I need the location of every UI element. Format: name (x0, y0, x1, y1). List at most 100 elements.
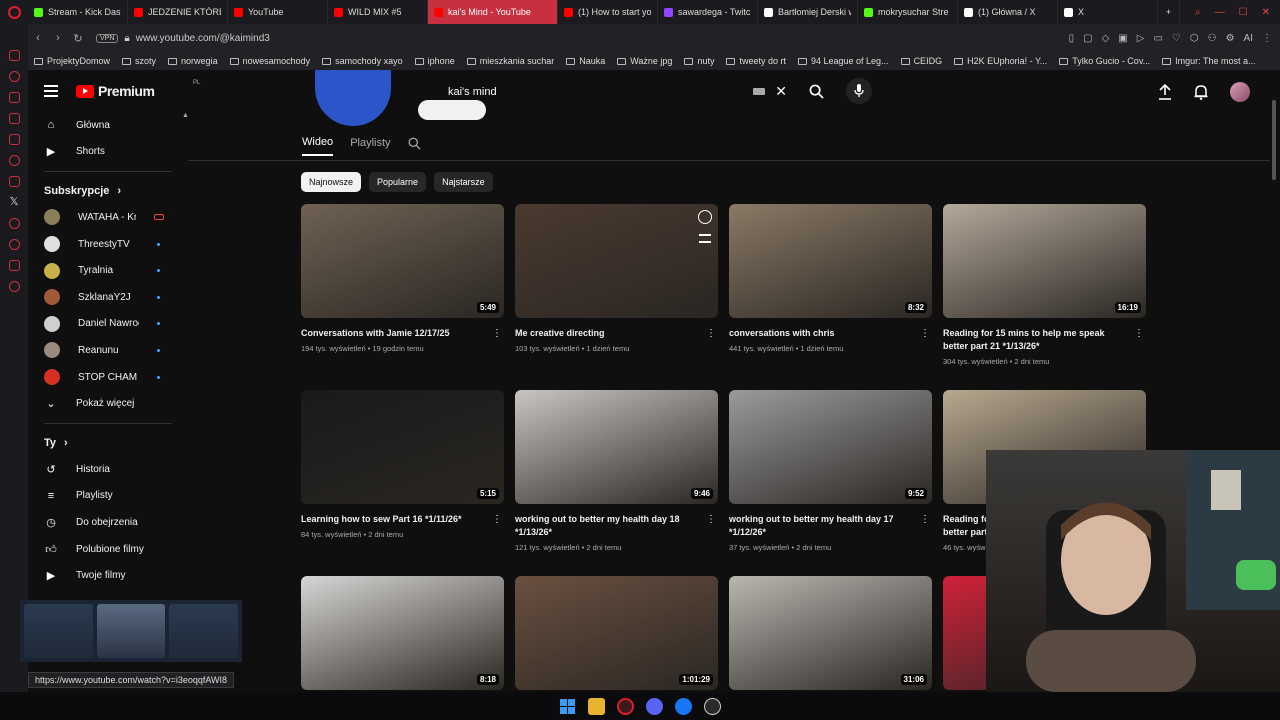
bookmark-icon[interactable]: ▯ (1069, 33, 1075, 44)
video-thumbnail[interactable]: 8:32 (729, 204, 932, 318)
video-card[interactable]: 9:46 working out to better my health day … (515, 390, 718, 552)
browser-tab[interactable]: (1) How to start yo (558, 0, 658, 24)
chip-popular[interactable]: Popularne (369, 172, 427, 192)
video-thumbnail[interactable]: 16:19 (943, 204, 1146, 318)
speed-dial-icon[interactable] (8, 50, 20, 61)
sidebar-item[interactable]: ▶ Twoje filmy (28, 562, 182, 589)
extensions-icon[interactable]: ◇ (1102, 33, 1110, 44)
sidebar-item[interactable]: ↺ Historia (28, 456, 182, 483)
chip-oldest[interactable]: Najstarsze (434, 172, 493, 192)
page-scrollbar[interactable] (1272, 100, 1276, 180)
browser-tab[interactable]: JEDZENIE KTÓRE (128, 0, 228, 24)
more-icon[interactable]: ⋮ (1262, 33, 1272, 44)
pinboard-icon[interactable] (8, 239, 20, 250)
opera-logo-icon[interactable] (0, 0, 28, 24)
subscriptions-header[interactable]: Subskrypcje › (28, 178, 182, 204)
tab-playlists[interactable]: Playlisty (350, 137, 390, 155)
video-thumbnail[interactable]: 5:15 (301, 390, 504, 504)
subscription-item[interactable]: Tyralnia (28, 257, 182, 284)
forward-icon[interactable]: › (48, 32, 68, 44)
hamburger-menu-icon[interactable] (44, 85, 58, 97)
sidebar-item[interactable]: ⌂ Główna (28, 112, 182, 139)
bookmark-item[interactable]: samochody xayo (316, 56, 409, 66)
minimize-icon[interactable]: — (1215, 7, 1225, 18)
channel-avatar[interactable] (315, 70, 391, 126)
bookmark-item[interactable]: Tylko Gucio - Cov... (1053, 56, 1156, 66)
video-title[interactable]: Me creative directing (515, 327, 718, 340)
subscribe-button[interactable] (418, 100, 486, 120)
video-card[interactable]: 16:19 Reading for 15 mins to help me spea… (943, 204, 1146, 366)
messenger-icon[interactable] (8, 92, 20, 103)
bookmark-item[interactable]: Ważne jpg (611, 56, 678, 66)
maximize-icon[interactable]: ☐ (1239, 7, 1248, 18)
subscription-item[interactable]: SzklanaY2J (28, 284, 182, 311)
video-options-icon[interactable]: ⋮ (492, 328, 502, 339)
bookmark-item[interactable]: szoty (116, 56, 162, 66)
bookmark-item[interactable]: ProjektyDomow (28, 56, 116, 66)
sidebar-item[interactable]: 👍︎ Polubione filmy (28, 536, 182, 563)
video-card[interactable]: 5:49 Conversations with Jamie 12/17/25 194… (301, 204, 504, 353)
player-icon[interactable] (8, 113, 20, 124)
video-thumbnail[interactable]: 1:01:29 (515, 576, 718, 690)
browser-tab[interactable]: mokrysuchar Stre (858, 0, 958, 24)
browser-tab[interactable]: Bartłomiej Derski w (758, 0, 858, 24)
browser-tab[interactable]: X (1058, 0, 1158, 24)
video-thumbnail[interactable]: 31:06 (729, 576, 932, 690)
bookmark-item[interactable]: norwegia (162, 56, 224, 66)
search-button[interactable] (801, 78, 831, 105)
subscription-item[interactable]: ThreestyTV (28, 231, 182, 258)
account-avatar[interactable] (1230, 82, 1250, 102)
new-tab-button[interactable]: + (1158, 0, 1180, 24)
notifications-bell-icon[interactable] (1194, 84, 1208, 100)
video-options-icon[interactable]: ⋮ (1134, 328, 1144, 339)
add-to-queue-icon[interactable] (699, 234, 711, 243)
video-options-icon[interactable]: ⋮ (706, 514, 716, 525)
chatgpt-icon[interactable] (8, 155, 20, 166)
video-title[interactable]: working out to better my health day 17 *… (729, 513, 932, 539)
browser-tab[interactable]: YouTube (228, 0, 328, 24)
bookmark-item[interactable]: iphone (409, 56, 461, 66)
settings-sidebar-icon[interactable] (8, 281, 20, 292)
facebook-icon[interactable] (675, 697, 692, 715)
video-thumbnail[interactable] (515, 204, 718, 318)
video-card[interactable]: 5:15 Learning how to sew Part 16 *1/11/26… (301, 390, 504, 539)
bookmark-item[interactable]: 94 League of Leg... (792, 56, 895, 66)
settings-icon[interactable]: ⚙ (1226, 33, 1235, 44)
file-explorer-icon[interactable] (588, 697, 605, 715)
video-title[interactable]: Learning how to sew Part 16 *1/11/26* (301, 513, 504, 526)
you-header[interactable]: Ty › (28, 430, 182, 456)
video-thumbnail[interactable]: 8:18 (301, 576, 504, 690)
discord-icon[interactable] (646, 697, 663, 715)
clear-search-icon[interactable]: ✕ (775, 83, 787, 100)
video-title[interactable]: Reading for 15 mins to help me speak bet… (943, 327, 1146, 353)
keyboard-icon[interactable] (753, 88, 765, 95)
video-card[interactable]: Me creative directing 103 tys. wyświetleń… (515, 204, 718, 353)
voice-search-button[interactable] (846, 78, 872, 104)
video-card[interactable]: 9:52 working out to better my health day … (729, 390, 932, 552)
puzzle-icon[interactable]: ⬡ (1190, 33, 1199, 44)
history-sidebar-icon[interactable] (8, 218, 20, 229)
video-title[interactable]: Conversations with Jamie 12/17/25 (301, 327, 504, 340)
subscription-item[interactable]: Daniel Nawrocki (28, 311, 182, 338)
account-icon[interactable]: ⚇ (1208, 33, 1217, 44)
back-icon[interactable]: ‹ (28, 32, 48, 44)
windows-start-icon[interactable] (559, 698, 576, 715)
bookmark-item[interactable]: nuty (678, 56, 720, 66)
play-icon[interactable]: ▷ (1137, 33, 1145, 44)
opera-taskbar-icon[interactable] (617, 697, 634, 715)
tab-videos[interactable]: Wideo (302, 136, 334, 156)
steam-icon[interactable] (704, 697, 721, 715)
close-window-icon[interactable]: ✕ (1262, 7, 1270, 18)
subscription-item[interactable]: Reanunu (28, 337, 182, 364)
twitch-icon[interactable] (8, 176, 20, 187)
search-input[interactable]: kai's mind ✕ (438, 78, 801, 105)
bookmark-item[interactable]: CEIDG (895, 56, 949, 66)
video-card[interactable]: 8:32 conversations with chris 441 tys. wyś… (729, 204, 932, 353)
browser-tab[interactable]: Stream - Kick Dash (28, 0, 128, 24)
x-icon[interactable]: 𝕏 (9, 197, 20, 208)
video-options-icon[interactable]: ⋮ (920, 328, 930, 339)
wallet-icon[interactable]: ▭ (1153, 33, 1162, 44)
scroll-up-arrow-icon[interactable]: ▲ (182, 112, 189, 119)
youtube-premium-logo[interactable]: Premium PL (76, 80, 200, 99)
search-tabs-icon[interactable]: ⌕ (1195, 7, 1201, 18)
